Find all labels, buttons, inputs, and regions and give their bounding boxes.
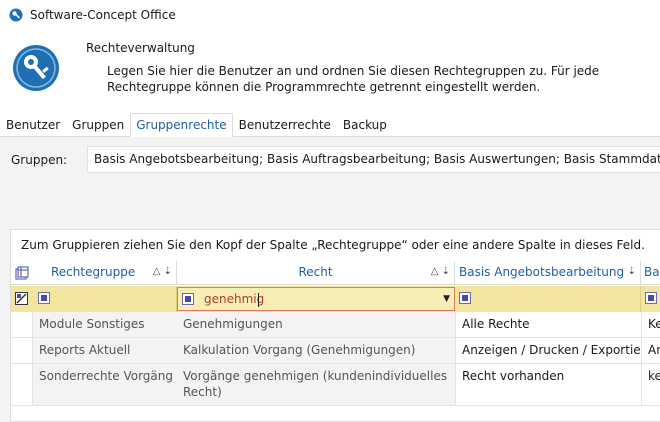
cell-recht: Kalkulation Vorgang (Genehmigungen) <box>177 338 455 363</box>
column-header-basis-angebotsbearbeitung[interactable]: Basis Angebotsbearbeitung ⇣ <box>455 261 641 285</box>
sort-filter-icon[interactable]: △ ⇣ <box>153 261 172 283</box>
filter-operator-button[interactable] <box>645 292 657 304</box>
column-header-next[interactable]: Bas <box>641 261 660 285</box>
tab-benutzerrechte[interactable]: Benutzerrechte <box>233 113 337 137</box>
window-title: Software-Concept Office <box>30 8 176 22</box>
filter-row: genehmig ▼ <box>11 286 660 312</box>
row-indicator[interactable] <box>11 312 33 337</box>
content-area: Gruppen: Basis Angebotsbearbeitung; Basi… <box>0 137 660 422</box>
clear-filter-icon[interactable] <box>15 292 28 305</box>
filter-operator-button[interactable] <box>459 292 471 304</box>
column-chooser-icon[interactable] <box>15 266 29 280</box>
filter-cell-rechtegruppe[interactable] <box>33 286 177 312</box>
row-indicator[interactable] <box>11 338 33 363</box>
table-row[interactable]: Reports Aktuell Kalkulation Vorgang (Gen… <box>11 338 660 364</box>
cell-rechtegruppe: Sonderrechte Vorgäng <box>33 364 177 405</box>
text-caret <box>258 293 259 307</box>
group-by-panel[interactable]: Zum Gruppieren ziehen Sie den Kopf der S… <box>21 238 645 252</box>
key-logo-icon <box>13 45 59 91</box>
tab-gruppen[interactable]: Gruppen <box>66 113 130 137</box>
column-header-label: Rechtegruppe <box>51 265 136 279</box>
tab-benutzer[interactable]: Benutzer <box>0 113 66 137</box>
column-header-row: Rechtegruppe △ ⇣ Recht △ ⇣ Basis Angebot… <box>11 261 660 285</box>
filter-cell-basis[interactable] <box>455 286 641 312</box>
column-header-label: Bas <box>644 265 660 279</box>
column-header-label: Basis Angebotsbearbeitung <box>459 265 625 279</box>
cell-rechtegruppe: Reports Aktuell <box>33 338 177 363</box>
filter-value: genehmig <box>204 292 265 306</box>
cell-next[interactable]: kei <box>641 364 660 405</box>
app-icon <box>9 8 23 22</box>
title-bar: Software-Concept Office <box>0 0 660 30</box>
filter-cell-next[interactable] <box>641 286 660 312</box>
row-indicator[interactable] <box>11 364 33 405</box>
sort-filter-icon[interactable]: △ ⇣ <box>431 261 450 283</box>
cell-basis[interactable]: Alle Rechte <box>455 312 641 337</box>
cell-next[interactable]: Kei <box>641 312 660 337</box>
column-header-rechtegruppe[interactable]: Rechtegruppe △ ⇣ <box>33 261 177 285</box>
table-row[interactable]: Module Sonstiges Genehmigungen Alle Rech… <box>11 312 660 338</box>
tab-gruppenrechte[interactable]: Gruppenrechte <box>130 113 233 137</box>
tab-bar: Benutzer Gruppen Gruppenrechte Benutzerr… <box>0 113 660 137</box>
recht-filter-input[interactable]: genehmig ▼ <box>177 287 455 311</box>
cell-rechtegruppe: Module Sonstiges <box>33 312 177 337</box>
cell-recht: Vorgänge genehmigen (kundenindividuelles… <box>177 364 455 405</box>
cell-next[interactable]: Anz <box>641 338 660 363</box>
cell-basis[interactable]: Recht vorhanden <box>455 364 641 405</box>
pin-icon[interactable]: ⇣ <box>628 261 636 283</box>
dropdown-arrow-icon[interactable]: ▼ <box>443 294 450 304</box>
page-description: Legen Sie hier die Benutzer an und ordne… <box>107 64 600 94</box>
header: Rechteverwaltung Legen Sie hier die Benu… <box>0 30 660 112</box>
cell-recht: Genehmigungen <box>177 312 455 337</box>
column-header-recht[interactable]: Recht △ ⇣ <box>177 261 455 285</box>
cell-basis[interactable]: Anzeigen / Drucken / Exportie <box>455 338 641 363</box>
groups-label: Gruppen: <box>11 153 68 167</box>
column-header-label: Recht <box>298 265 333 279</box>
rights-grid: Zum Gruppieren ziehen Sie den Kopf der S… <box>10 229 660 422</box>
page-title: Rechteverwaltung <box>86 41 195 55</box>
tab-backup[interactable]: Backup <box>337 113 393 137</box>
groups-field[interactable]: Basis Angebotsbearbeitung; Basis Auftrag… <box>87 146 660 173</box>
filter-operator-button[interactable] <box>38 292 50 304</box>
table-row[interactable]: Sonderrechte Vorgäng Vorgänge genehmigen… <box>11 364 660 406</box>
filter-operator-button[interactable] <box>182 293 194 305</box>
